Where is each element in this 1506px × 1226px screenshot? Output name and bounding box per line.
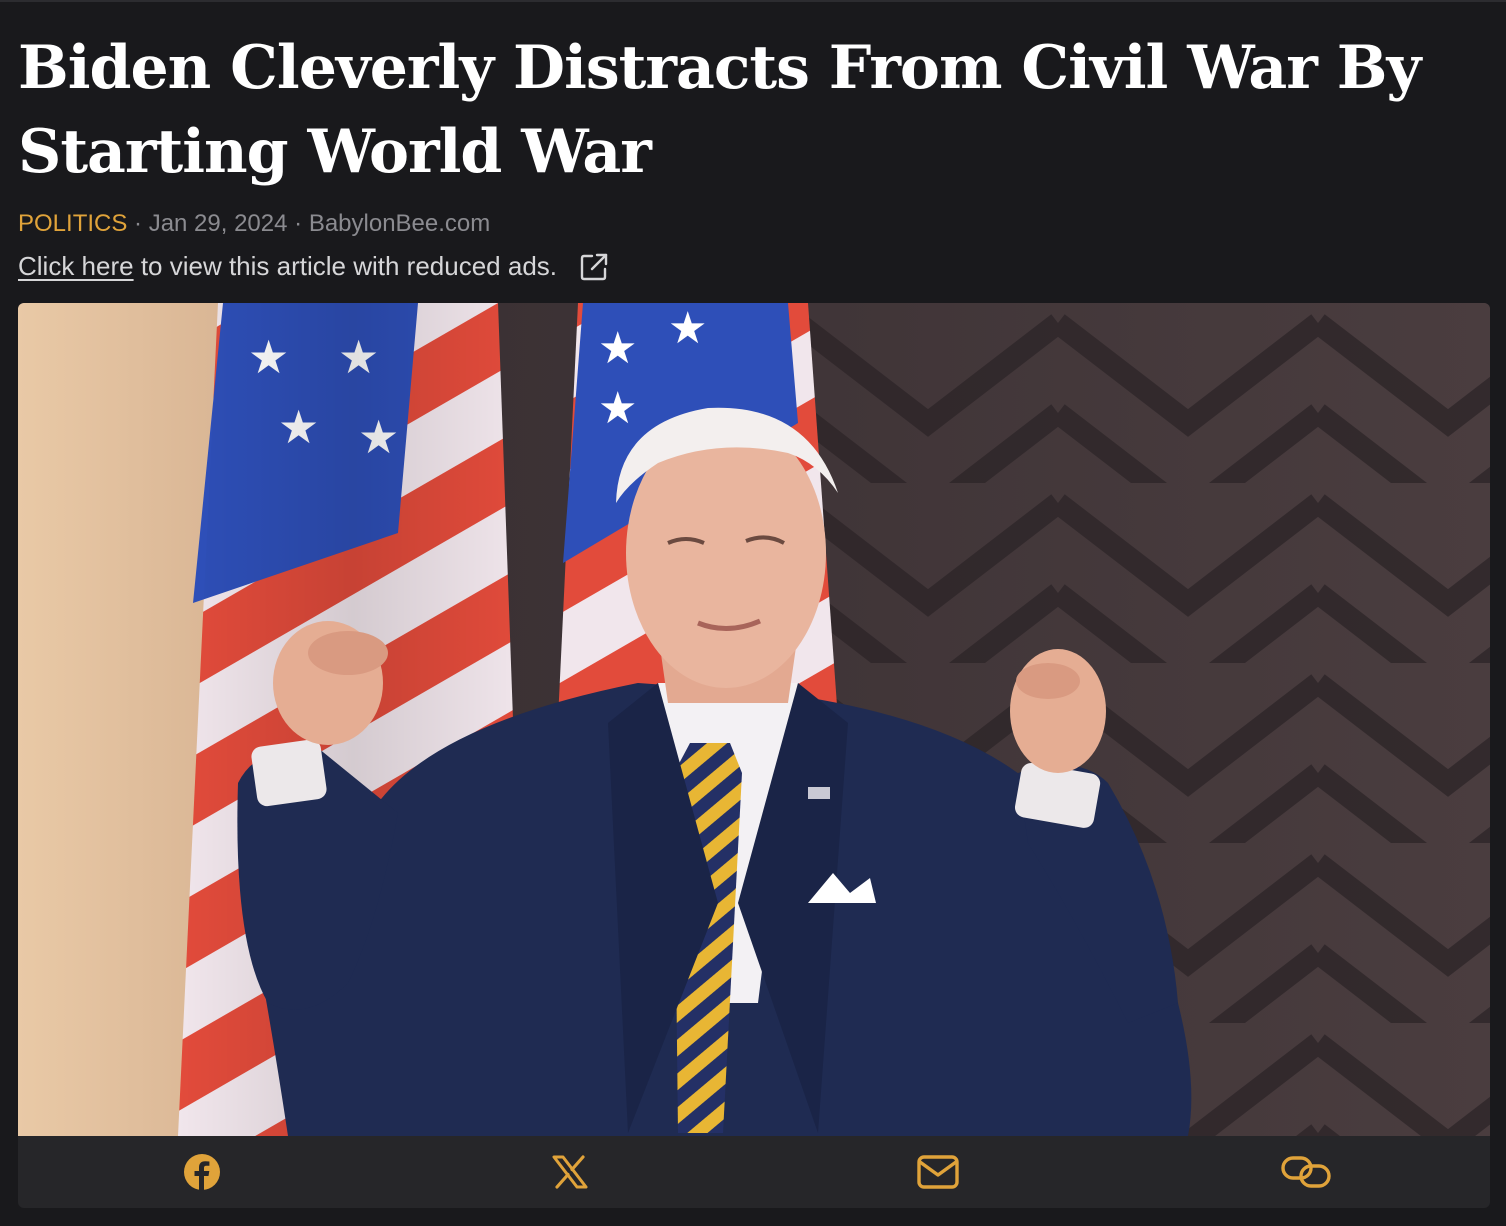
svg-text:★: ★ (598, 323, 637, 374)
svg-text:★: ★ (598, 383, 637, 434)
category-label[interactable]: POLITICS (18, 210, 127, 237)
share-x-button[interactable] (386, 1136, 754, 1208)
reduced-ads-notice: Click here to view this article with red… (18, 251, 609, 282)
publish-date: Jan 29, 2024 (148, 210, 288, 237)
article-page: Biden Cleverly Distracts From Civil War … (0, 0, 1506, 1226)
link-icon (1281, 1156, 1331, 1188)
source-site: BabylonBee.com (308, 210, 491, 237)
article-headline: Biden Cleverly Distracts From Civil War … (18, 33, 1421, 187)
svg-text:★: ★ (668, 303, 707, 354)
photo-man-in-suit-with-raised-fists-before-us-flags-icon: ★ ★ ★ ★ ★ ★ ★ (18, 303, 1490, 1136)
share-facebook-button[interactable] (18, 1136, 386, 1208)
copy-link-button[interactable] (1122, 1136, 1490, 1208)
share-bar (18, 1136, 1490, 1208)
share-email-button[interactable] (754, 1136, 1122, 1208)
click-here-link[interactable]: Click here (18, 251, 134, 282)
hero-image: ★ ★ ★ ★ ★ ★ ★ (18, 303, 1490, 1136)
x-icon (552, 1155, 588, 1189)
facebook-icon (184, 1154, 220, 1190)
meta-separator: · (127, 210, 149, 237)
article-meta: POLITICS · Jan 29, 2024 · BabylonBee.com (18, 210, 490, 238)
meta-separator: · (287, 210, 309, 237)
external-link-icon[interactable] (579, 252, 609, 282)
reduced-ads-text: to view this article with reduced ads. (133, 251, 558, 281)
email-icon (917, 1155, 959, 1189)
